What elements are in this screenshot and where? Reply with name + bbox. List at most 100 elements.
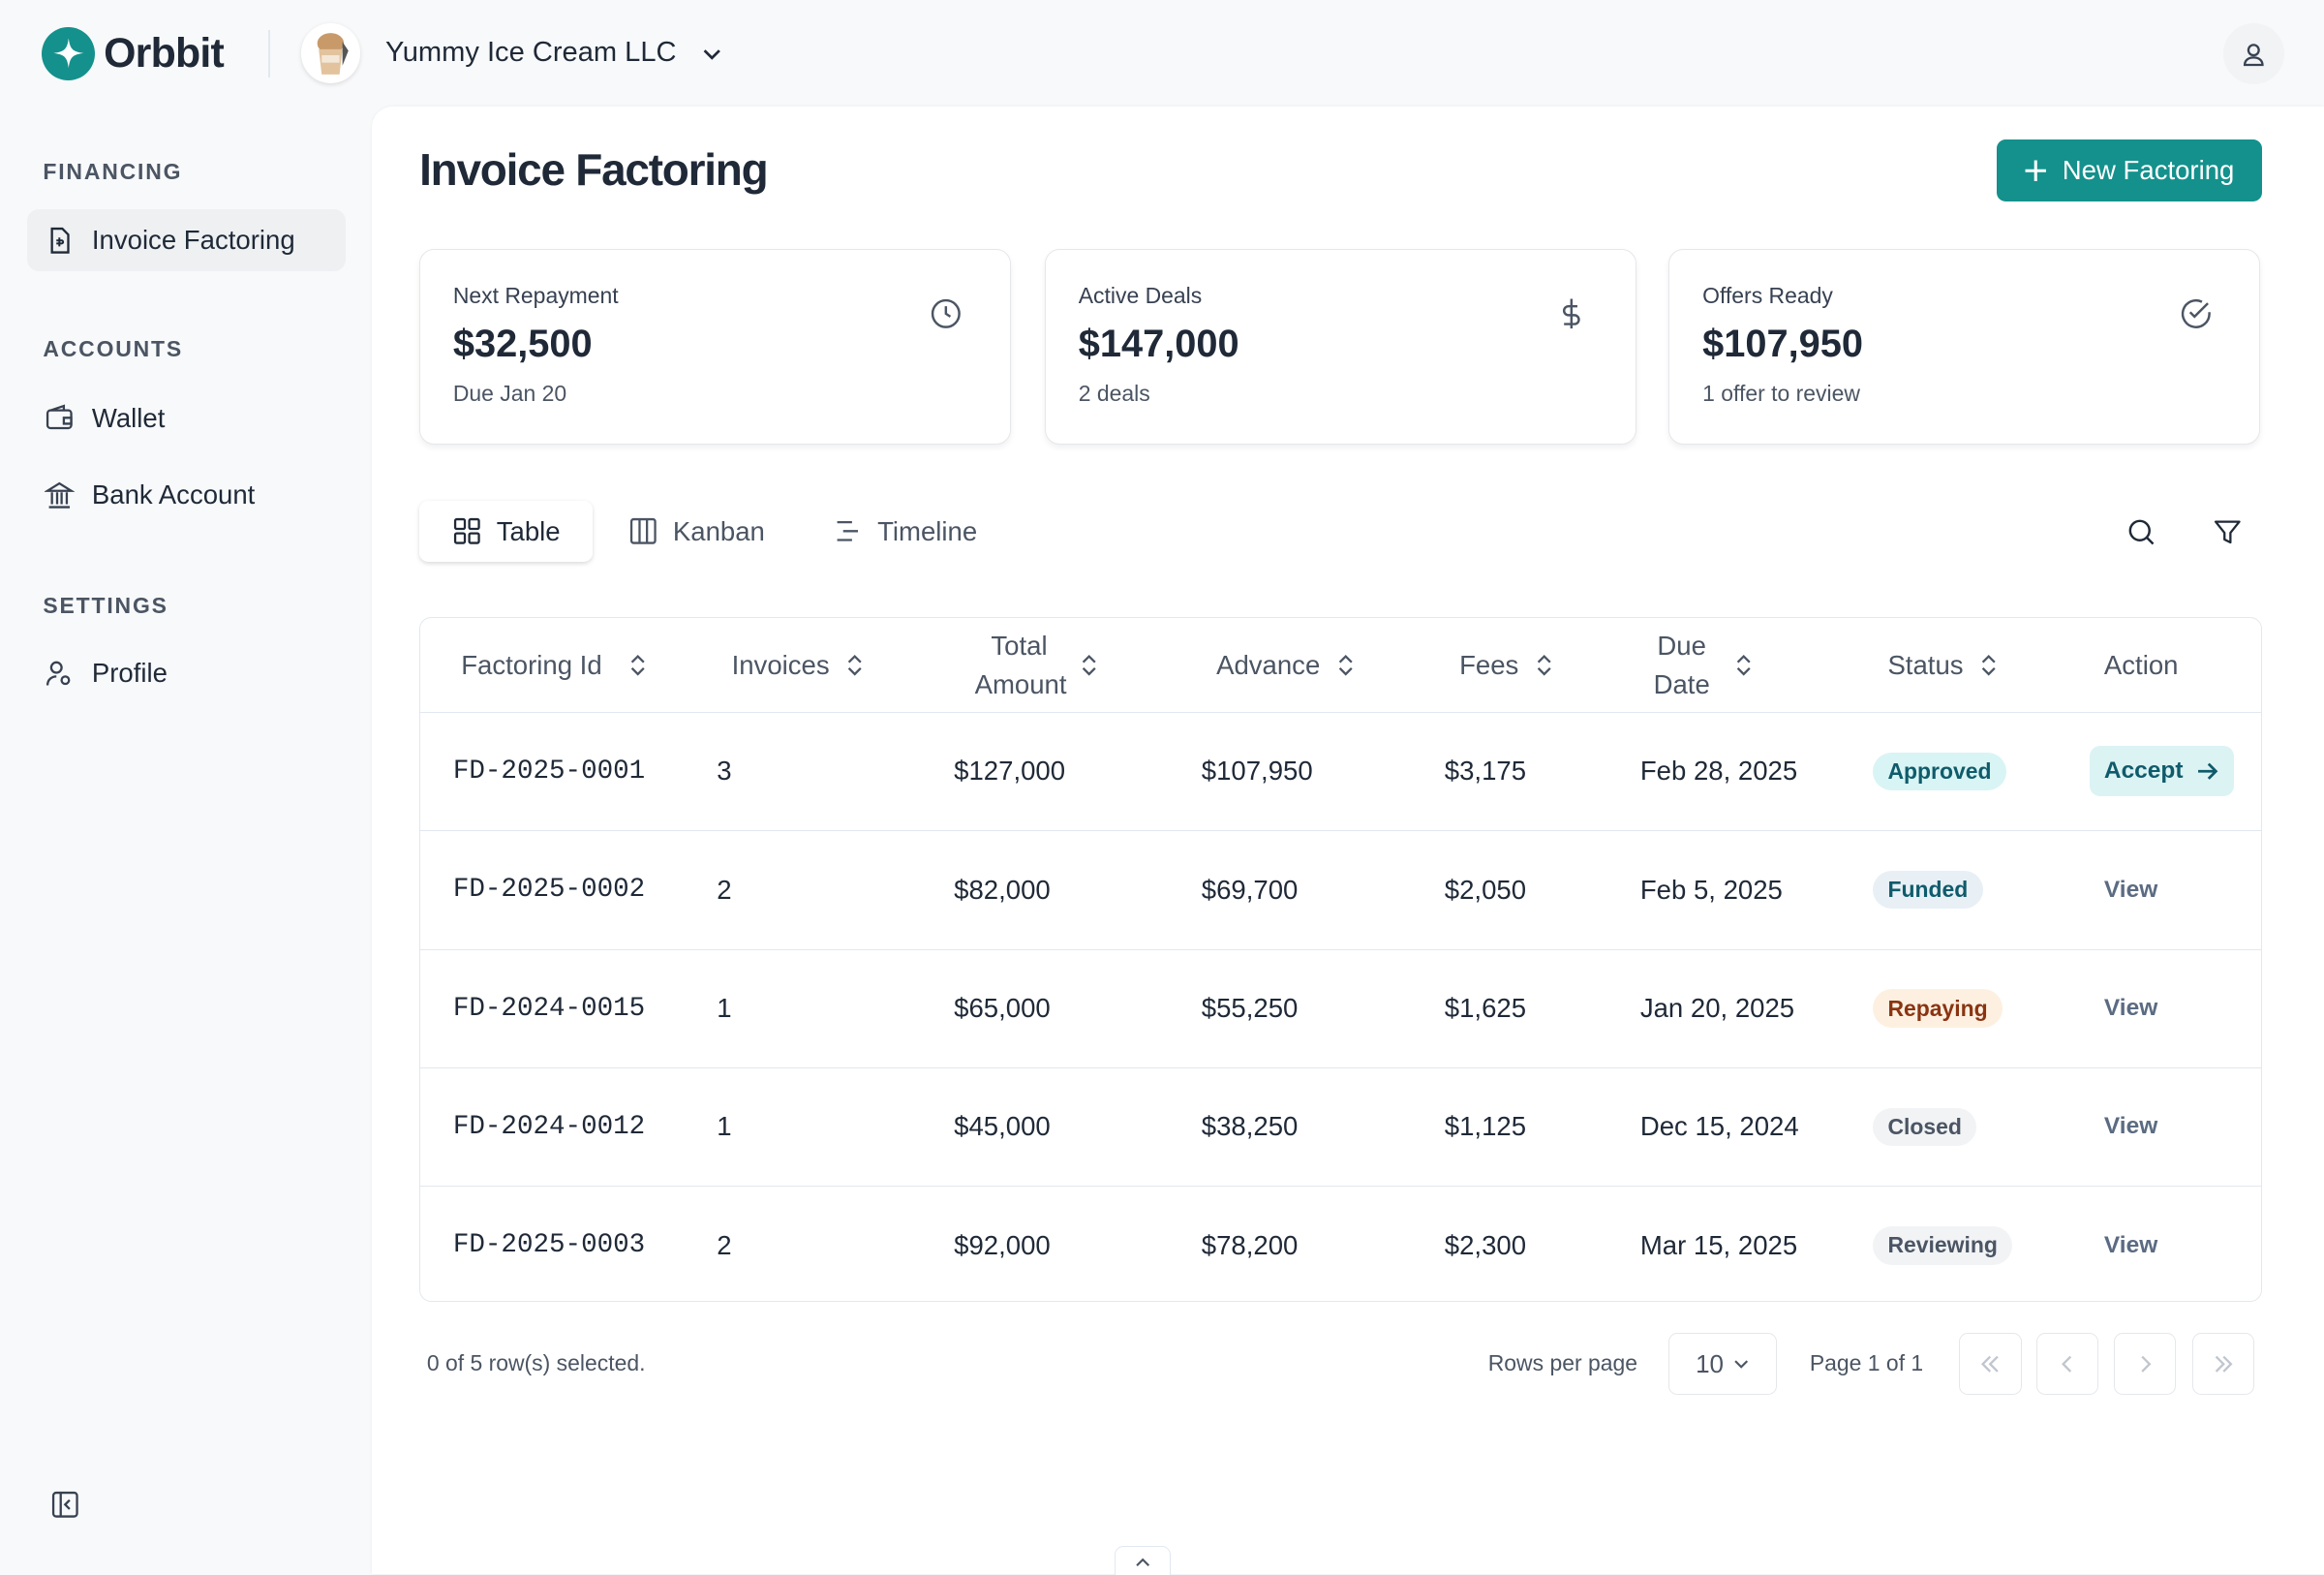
tab-kanban[interactable]: Kanban bbox=[596, 501, 797, 562]
filter-icon bbox=[2213, 517, 2243, 547]
file-dollar-icon bbox=[45, 226, 75, 256]
sort-icon bbox=[1335, 652, 1356, 679]
cell-action: View bbox=[2104, 831, 2157, 948]
column-header[interactable]: Total Amount bbox=[975, 618, 1100, 713]
cell-status: Closed bbox=[1873, 1068, 1976, 1186]
cell-advance: $38,250 bbox=[1202, 1068, 1299, 1186]
column-header[interactable]: Factoring Id bbox=[450, 618, 649, 713]
new-factoring-button[interactable]: New Factoring bbox=[1997, 139, 2262, 201]
view-link[interactable]: View bbox=[2104, 877, 2157, 904]
table-row[interactable]: FD-2024-00151$65,000$55,250$1,625Jan 20,… bbox=[420, 950, 2261, 1068]
chevrons-right-icon bbox=[2212, 1352, 2235, 1375]
cell-fees: $3,175 bbox=[1445, 713, 1526, 830]
cell-action: View bbox=[2104, 1068, 2157, 1186]
column-header[interactable]: Fees bbox=[1459, 618, 1554, 713]
sidebar-collapse-icon bbox=[50, 1490, 80, 1520]
column-header: Action bbox=[2104, 618, 2179, 713]
column-header[interactable]: Due Date bbox=[1644, 618, 1754, 713]
cell-fees: $1,125 bbox=[1445, 1068, 1526, 1186]
cell-due: Feb 28, 2025 bbox=[1640, 713, 1797, 830]
user-menu-button[interactable] bbox=[2223, 23, 2284, 84]
table-row[interactable]: FD-2024-00121$45,000$38,250$1,125Dec 15,… bbox=[420, 1068, 2261, 1187]
table-row[interactable]: FD-2025-00022$82,000$69,700$2,050Feb 5, … bbox=[420, 831, 2261, 949]
stat-value: $147,000 bbox=[1079, 323, 1603, 366]
stat-label: Offers Ready bbox=[1702, 283, 2226, 309]
sidebar-item-profile[interactable]: Profile bbox=[27, 642, 346, 704]
cell-status: Approved bbox=[1873, 713, 2006, 830]
view-link[interactable]: View bbox=[2104, 1232, 2157, 1259]
cell-due: Jan 20, 2025 bbox=[1640, 950, 1794, 1067]
chevron-down-icon bbox=[700, 42, 723, 65]
rows-per-page-select[interactable]: 10 bbox=[1668, 1333, 1777, 1395]
table-row[interactable]: FD-2025-00032$92,000$78,200$2,300Mar 15,… bbox=[420, 1187, 2261, 1301]
previous-page-button[interactable] bbox=[2036, 1333, 2098, 1395]
sidebar-item-invoice-factoring[interactable]: Invoice Factoring bbox=[27, 209, 346, 271]
status-badge: Funded bbox=[1873, 871, 1982, 909]
orbbit-logo[interactable]: Orbbit bbox=[42, 27, 224, 80]
factoring-table: Factoring Id Invoices Total Amount Advance F… bbox=[419, 617, 2262, 1302]
rows-per-page-label: Rows per page bbox=[1488, 1350, 1637, 1376]
status-badge: Approved bbox=[1873, 753, 2006, 790]
stat-label: Next Repayment bbox=[453, 283, 977, 309]
first-page-button[interactable] bbox=[1959, 1333, 2021, 1395]
column-header-label: Due Date bbox=[1644, 627, 1719, 704]
cell-status: Reviewing bbox=[1873, 1187, 2012, 1301]
tab-label: Table bbox=[497, 516, 561, 547]
cell-id: FD-2024-0015 bbox=[453, 950, 645, 1067]
stat-value: $107,950 bbox=[1702, 323, 2226, 366]
expand-panel-button[interactable] bbox=[1115, 1546, 1171, 1575]
cell-id: FD-2024-0012 bbox=[453, 1068, 645, 1186]
column-header[interactable]: Advance bbox=[1216, 618, 1356, 713]
sparkle-logo-icon bbox=[42, 27, 95, 80]
chevron-left-icon bbox=[2056, 1352, 2079, 1375]
cell-action: Accept bbox=[2090, 713, 2234, 830]
column-header-label: Factoring Id bbox=[450, 646, 613, 685]
stat-label: Active Deals bbox=[1079, 283, 1603, 309]
accept-button[interactable]: Accept bbox=[2090, 746, 2234, 796]
table-row[interactable]: FD-2025-00013$127,000$107,950$3,175Feb 2… bbox=[420, 713, 2261, 831]
company-switcher[interactable]: Yummy Ice Cream LLC bbox=[385, 37, 724, 69]
cell-status: Funded bbox=[1873, 831, 1982, 948]
accept-label: Accept bbox=[2104, 757, 2184, 785]
stat-card-next-repayment: Next Repayment $32,500 Due Jan 20 bbox=[419, 249, 1011, 445]
status-badge: Reviewing bbox=[1873, 1226, 2012, 1264]
view-link[interactable]: View bbox=[2104, 995, 2157, 1022]
cell-total: $92,000 bbox=[954, 1187, 1051, 1301]
sidebar-item-label: Wallet bbox=[92, 403, 166, 434]
check-circle-icon bbox=[2180, 297, 2213, 330]
cell-advance: $69,700 bbox=[1202, 831, 1299, 948]
search-button[interactable] bbox=[2121, 511, 2162, 553]
tab-table[interactable]: Table bbox=[419, 501, 593, 562]
column-header-label: Fees bbox=[1459, 646, 1518, 685]
company-avatar bbox=[301, 23, 360, 82]
last-page-button[interactable] bbox=[2192, 1333, 2254, 1395]
column-header-label: Action bbox=[2104, 646, 2179, 685]
cell-invoices: 2 bbox=[717, 831, 731, 948]
stat-sub: 2 deals bbox=[1079, 381, 1603, 407]
column-header-label: Status bbox=[1887, 646, 1963, 685]
cell-fees: $1,625 bbox=[1445, 950, 1526, 1067]
next-page-button[interactable] bbox=[2114, 1333, 2176, 1395]
chevrons-left-icon bbox=[1978, 1352, 2002, 1375]
tab-timeline[interactable]: Timeline bbox=[801, 501, 1010, 562]
sidebar-item-wallet[interactable]: Wallet bbox=[27, 386, 346, 448]
sidebar-item-bank-account[interactable]: Bank Account bbox=[27, 464, 346, 526]
dollar-icon bbox=[1555, 297, 1588, 330]
wallet-icon bbox=[45, 403, 75, 433]
search-icon bbox=[2126, 517, 2156, 547]
sidebar-item-label: Invoice Factoring bbox=[92, 225, 295, 256]
sort-icon bbox=[1978, 652, 1999, 679]
cell-fees: $2,300 bbox=[1445, 1187, 1526, 1301]
filter-button[interactable] bbox=[2207, 511, 2248, 553]
section-accounts: ACCOUNTS bbox=[43, 336, 183, 362]
tab-label: Timeline bbox=[877, 516, 977, 547]
view-link[interactable]: View bbox=[2104, 1113, 2157, 1140]
column-header-label: Advance bbox=[1216, 646, 1320, 685]
cell-status: Repaying bbox=[1873, 950, 2003, 1067]
sidebar-item-label: Bank Account bbox=[92, 479, 255, 510]
collapse-sidebar-button[interactable] bbox=[50, 1490, 80, 1527]
column-header[interactable]: Invoices bbox=[732, 618, 866, 713]
timeline-icon bbox=[833, 516, 863, 546]
column-header[interactable]: Status bbox=[1887, 618, 1999, 713]
cell-id: FD-2025-0002 bbox=[453, 831, 645, 948]
